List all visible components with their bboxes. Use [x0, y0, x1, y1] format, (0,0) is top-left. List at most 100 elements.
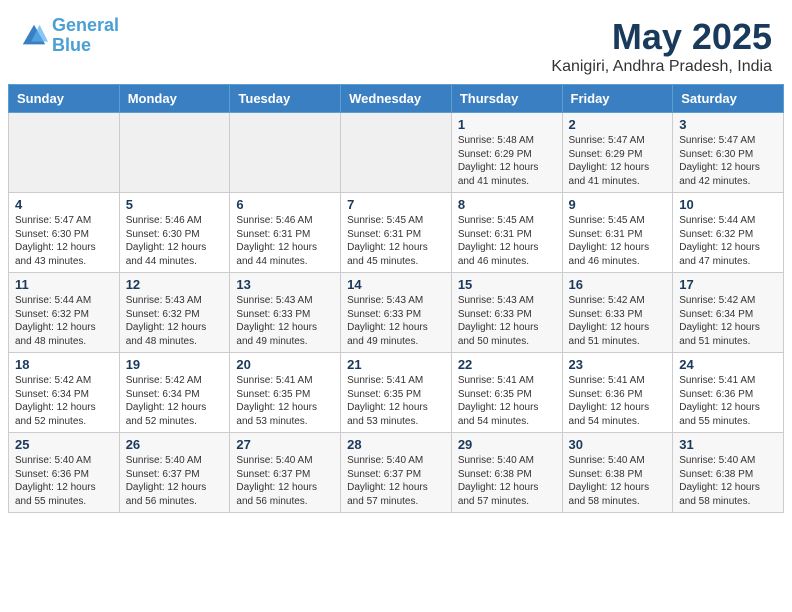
day-info: Sunrise: 5:44 AM Sunset: 6:32 PM Dayligh… [15, 294, 113, 348]
day-info: Sunrise: 5:43 AM Sunset: 6:33 PM Dayligh… [458, 294, 556, 348]
day-number: 30 [569, 437, 667, 452]
location: Kanigiri, Andhra Pradesh, India [551, 58, 772, 76]
day-number: 13 [236, 277, 334, 292]
day-number: 19 [126, 357, 224, 372]
calendar-cell: 15 Sunrise: 5:43 AM Sunset: 6:33 PM Dayli… [451, 273, 562, 353]
day-number: 20 [236, 357, 334, 372]
calendar-cell: 18 Sunrise: 5:42 AM Sunset: 6:34 PM Dayli… [9, 353, 120, 433]
day-number: 2 [569, 117, 667, 132]
day-number: 17 [679, 277, 777, 292]
day-number: 15 [458, 277, 556, 292]
day-info: Sunrise: 5:41 AM Sunset: 6:35 PM Dayligh… [458, 374, 556, 428]
day-number: 31 [679, 437, 777, 452]
page-header: General Blue May 2025 Kanigiri, Andhra P… [0, 0, 792, 84]
logo-text: General Blue [52, 16, 119, 56]
day-number: 11 [15, 277, 113, 292]
day-info: Sunrise: 5:41 AM Sunset: 6:35 PM Dayligh… [236, 374, 334, 428]
calendar-cell: 25Sunrise: 5:40 AM Sunset: 6:36 PM Dayli… [9, 433, 120, 513]
day-info: Sunrise: 5:47 AM Sunset: 6:29 PM Dayligh… [569, 134, 667, 188]
month-year: May 2025 [551, 16, 772, 58]
day-number: 18 [15, 357, 113, 372]
day-info: Sunrise: 5:43 AM Sunset: 6:33 PM Dayligh… [347, 294, 445, 348]
day-info: Sunrise: 5:43 AM Sunset: 6:32 PM Dayligh… [126, 294, 224, 348]
calendar-cell: 29Sunrise: 5:40 AM Sunset: 6:38 PM Dayli… [451, 433, 562, 513]
day-header-sunday: Sunday [9, 85, 120, 113]
calendar-cell: 9Sunrise: 5:45 AM Sunset: 6:31 PM Daylig… [562, 193, 673, 273]
calendar-cell: 22 Sunrise: 5:41 AM Sunset: 6:35 PM Dayli… [451, 353, 562, 433]
day-header-friday: Friday [562, 85, 673, 113]
day-header-monday: Monday [119, 85, 230, 113]
calendar-cell [230, 113, 341, 193]
calendar-cell: 7 Sunrise: 5:45 AM Sunset: 6:31 PM Daylig… [341, 193, 452, 273]
calendar-cell: 27 Sunrise: 5:40 AM Sunset: 6:37 PM Dayli… [230, 433, 341, 513]
day-info: Sunrise: 5:41 AM Sunset: 6:35 PM Dayligh… [347, 374, 445, 428]
calendar-cell [119, 113, 230, 193]
logo-icon [20, 22, 48, 50]
day-info: Sunrise: 5:42 AM Sunset: 6:33 PM Dayligh… [569, 294, 667, 348]
day-number: 22 [458, 357, 556, 372]
day-number: 24 [679, 357, 777, 372]
day-info: Sunrise: 5:45 AM Sunset: 6:31 PM Dayligh… [347, 214, 445, 268]
calendar-cell: 4 Sunrise: 5:47 AM Sunset: 6:30 PM Daylig… [9, 193, 120, 273]
calendar-cell: 30 Sunrise: 5:40 AM Sunset: 6:38 PM Dayli… [562, 433, 673, 513]
day-number: 25 [15, 437, 113, 452]
day-info: Sunrise: 5:40 AM Sunset: 6:38 PM Dayligh… [569, 454, 667, 508]
day-number: 23 [569, 357, 667, 372]
calendar-cell [341, 113, 452, 193]
calendar-cell: 17 Sunrise: 5:42 AM Sunset: 6:34 PM Dayli… [673, 273, 784, 353]
day-info: Sunrise: 5:40 AM Sunset: 6:37 PM Dayligh… [236, 454, 334, 508]
day-info: Sunrise: 5:40 AM Sunset: 6:37 PM Dayligh… [126, 454, 224, 508]
calendar-cell: 13 Sunrise: 5:43 AM Sunset: 6:33 PM Dayli… [230, 273, 341, 353]
calendar-cell: 3 Sunrise: 5:47 AM Sunset: 6:30 PM Daylig… [673, 113, 784, 193]
day-number: 4 [15, 197, 113, 212]
calendar-cell: 23 Sunrise: 5:41 AM Sunset: 6:36 PM Dayli… [562, 353, 673, 433]
day-info: Sunrise: 5:43 AM Sunset: 6:33 PM Dayligh… [236, 294, 334, 348]
calendar-cell: 5 Sunrise: 5:46 AM Sunset: 6:30 PM Daylig… [119, 193, 230, 273]
day-info: Sunrise: 5:48 AM Sunset: 6:29 PM Dayligh… [458, 134, 556, 188]
calendar-cell [9, 113, 120, 193]
calendar-cell: 31 Sunrise: 5:40 AM Sunset: 6:38 PM Dayli… [673, 433, 784, 513]
day-header-tuesday: Tuesday [230, 85, 341, 113]
day-info: Sunrise: 5:40 AM Sunset: 6:37 PM Dayligh… [347, 454, 445, 508]
day-info: Sunrise: 5:46 AM Sunset: 6:30 PM Dayligh… [126, 214, 224, 268]
calendar-cell: 16Sunrise: 5:42 AM Sunset: 6:33 PM Dayli… [562, 273, 673, 353]
calendar-cell: 21 Sunrise: 5:41 AM Sunset: 6:35 PM Dayli… [341, 353, 452, 433]
day-number: 6 [236, 197, 334, 212]
day-number: 8 [458, 197, 556, 212]
calendar-cell: 8Sunrise: 5:45 AM Sunset: 6:31 PM Daylig… [451, 193, 562, 273]
day-number: 26 [126, 437, 224, 452]
day-number: 3 [679, 117, 777, 132]
calendar-cell: 1 Sunrise: 5:48 AM Sunset: 6:29 PM Daylig… [451, 113, 562, 193]
day-info: Sunrise: 5:46 AM Sunset: 6:31 PM Dayligh… [236, 214, 334, 268]
day-number: 27 [236, 437, 334, 452]
calendar-cell: 12 Sunrise: 5:43 AM Sunset: 6:32 PM Dayli… [119, 273, 230, 353]
calendar-cell: 2 Sunrise: 5:47 AM Sunset: 6:29 PM Daylig… [562, 113, 673, 193]
day-header-saturday: Saturday [673, 85, 784, 113]
day-number: 12 [126, 277, 224, 292]
calendar-cell: 14 Sunrise: 5:43 AM Sunset: 6:33 PM Dayli… [341, 273, 452, 353]
day-number: 14 [347, 277, 445, 292]
day-header-wednesday: Wednesday [341, 85, 452, 113]
calendar-cell: 28Sunrise: 5:40 AM Sunset: 6:37 PM Dayli… [341, 433, 452, 513]
day-info: Sunrise: 5:42 AM Sunset: 6:34 PM Dayligh… [15, 374, 113, 428]
calendar-cell: 19 Sunrise: 5:42 AM Sunset: 6:34 PM Dayli… [119, 353, 230, 433]
day-number: 1 [458, 117, 556, 132]
day-info: Sunrise: 5:42 AM Sunset: 6:34 PM Dayligh… [126, 374, 224, 428]
calendar-cell: 11 Sunrise: 5:44 AM Sunset: 6:32 PM Dayli… [9, 273, 120, 353]
day-info: Sunrise: 5:40 AM Sunset: 6:38 PM Dayligh… [679, 454, 777, 508]
calendar-cell: 10Sunrise: 5:44 AM Sunset: 6:32 PM Dayli… [673, 193, 784, 273]
day-info: Sunrise: 5:41 AM Sunset: 6:36 PM Dayligh… [569, 374, 667, 428]
day-number: 21 [347, 357, 445, 372]
day-info: Sunrise: 5:47 AM Sunset: 6:30 PM Dayligh… [15, 214, 113, 268]
day-header-thursday: Thursday [451, 85, 562, 113]
day-number: 9 [569, 197, 667, 212]
day-info: Sunrise: 5:47 AM Sunset: 6:30 PM Dayligh… [679, 134, 777, 188]
title-block: May 2025 Kanigiri, Andhra Pradesh, India [551, 16, 772, 76]
day-number: 29 [458, 437, 556, 452]
calendar-cell: 24Sunrise: 5:41 AM Sunset: 6:36 PM Dayli… [673, 353, 784, 433]
day-number: 10 [679, 197, 777, 212]
day-number: 5 [126, 197, 224, 212]
day-info: Sunrise: 5:42 AM Sunset: 6:34 PM Dayligh… [679, 294, 777, 348]
calendar-table: SundayMondayTuesdayWednesdayThursdayFrid… [8, 84, 784, 513]
day-number: 7 [347, 197, 445, 212]
